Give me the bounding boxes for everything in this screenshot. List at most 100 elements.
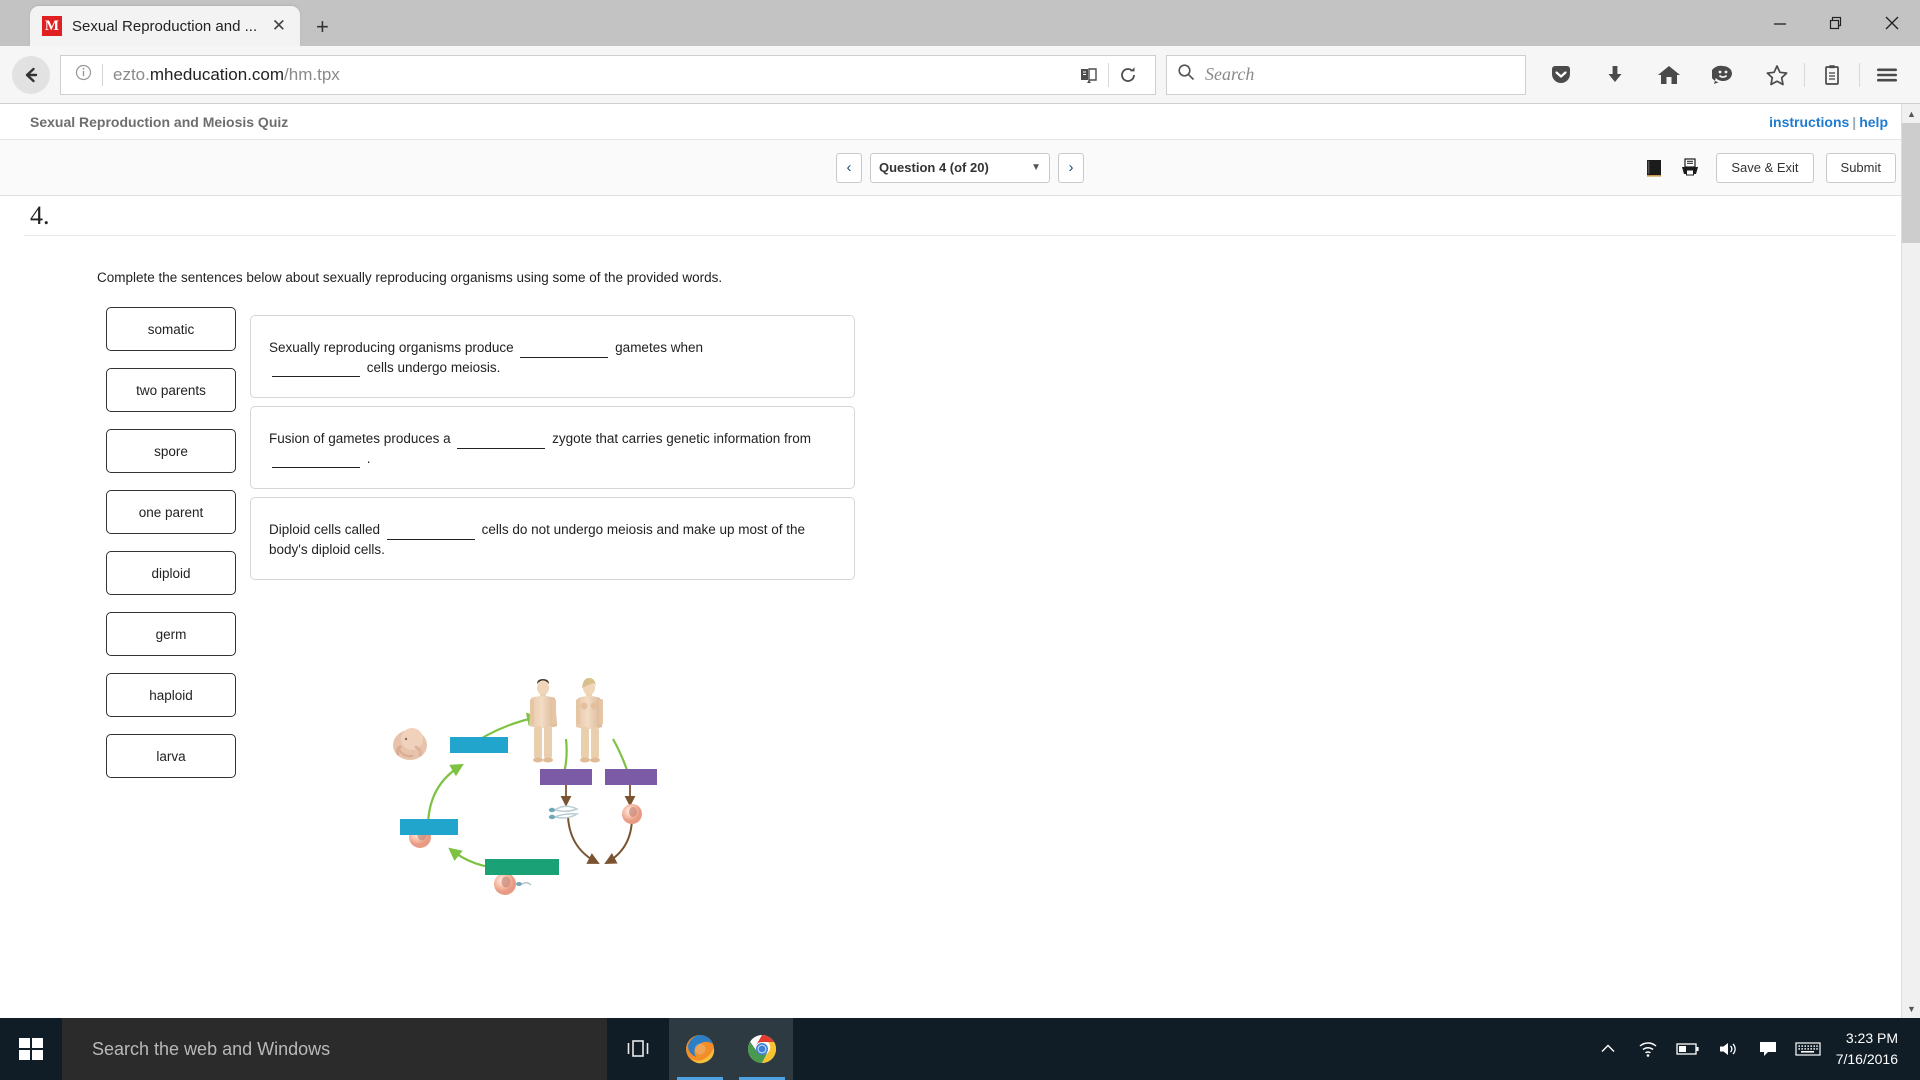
diagram-label-blue-left [400, 819, 458, 835]
downloads-icon[interactable] [1588, 52, 1642, 98]
drop-blank[interactable] [457, 434, 546, 449]
close-icon[interactable]: ✕ [266, 16, 292, 36]
chat-icon[interactable] [1696, 52, 1750, 98]
library-icon[interactable] [1805, 52, 1859, 98]
sentence-box[interactable]: Fusion of gametes produces a zygote that… [250, 406, 855, 490]
plus-icon[interactable]: + [316, 16, 329, 38]
sentence-text: Fusion of gametes produces a [269, 431, 451, 447]
egg-cell [622, 804, 642, 824]
ebook-icon[interactable] [1640, 154, 1668, 182]
sentence-text: Diploid cells called [269, 522, 381, 538]
word-bank: somatic two parents spore one parent dip… [106, 307, 236, 795]
home-icon[interactable] [1642, 52, 1696, 98]
scrollbar-thumb[interactable] [1902, 123, 1920, 243]
help-link[interactable]: help [1859, 114, 1888, 130]
reload-icon[interactable] [1109, 56, 1147, 94]
quiz-header: Sexual Reproduction and Meiosis Quiz ins… [0, 104, 1920, 140]
quiz-header-links: instructions | help [1769, 114, 1920, 130]
arrow-sperm-to-fertilization [567, 816, 600, 864]
clock-time: 3:23 PM [1845, 1030, 1898, 1046]
diagram-label-blue-top [450, 737, 508, 753]
battery-icon[interactable] [1668, 1018, 1708, 1080]
arrow-male-to-meiosis [562, 738, 568, 774]
chevron-down-icon: ▼ [1031, 162, 1041, 173]
adult-male-figure [529, 679, 557, 763]
diagram-label-green-bottom [485, 859, 559, 875]
word-tile[interactable]: germ [106, 612, 236, 656]
drop-blank[interactable] [386, 525, 475, 540]
save-and-exit-button[interactable]: Save & Exit [1716, 152, 1814, 183]
word-tile[interactable]: somatic [106, 307, 236, 351]
search-icon [1177, 63, 1195, 86]
question-select-label: Question 4 (of 20) [879, 160, 989, 175]
address-bar-icons [1070, 56, 1147, 94]
info-icon[interactable] [75, 64, 92, 86]
word-tile[interactable]: one parent [106, 490, 236, 534]
link-separator: | [1852, 113, 1857, 130]
word-tile[interactable]: haploid [106, 673, 236, 717]
question-select[interactable]: Question 4 (of 20) ▼ [870, 152, 1050, 183]
restore-icon[interactable] [1808, 0, 1864, 46]
print-icon[interactable] [1676, 154, 1704, 182]
word-tile[interactable]: diploid [106, 551, 236, 595]
back-arrow-icon[interactable] [12, 55, 50, 94]
reader-mode-icon[interactable] [1070, 56, 1108, 94]
sentence-box[interactable]: Sexually reproducing organisms produce g… [250, 315, 855, 399]
wifi-icon[interactable] [1628, 1018, 1668, 1080]
window-controls [1752, 0, 1920, 46]
url-divider [102, 63, 103, 86]
sentence-text: Sexually reproducing organisms produce [269, 340, 514, 355]
fertilization-egg-sperm [494, 873, 532, 895]
pocket-icon[interactable] [1534, 52, 1588, 98]
word-tile[interactable]: larva [106, 734, 236, 778]
quiz-page: Sexual Reproduction and Meiosis Quiz ins… [0, 104, 1920, 1018]
clock-date: 7/16/2016 [1835, 1051, 1898, 1067]
taskbar-search-input[interactable]: Search the web and Windows [62, 1018, 607, 1080]
next-question-button[interactable]: › [1058, 152, 1084, 183]
sperm-cells [548, 805, 580, 820]
close-icon[interactable] [1864, 0, 1920, 46]
minimize-icon[interactable] [1752, 0, 1808, 46]
drop-blank[interactable] [272, 453, 360, 469]
question-prompt: Complete the sentences below about sexua… [97, 270, 723, 285]
arrow-zygote-to-fetus [426, 763, 464, 828]
search-input[interactable]: Search [1205, 64, 1254, 85]
tab-title: Sexual Reproduction and ... [72, 17, 258, 35]
instructions-link[interactable]: instructions [1769, 114, 1849, 130]
chrome-icon[interactable] [731, 1018, 793, 1080]
browser-tab[interactable]: M Sexual Reproduction and ... ✕ [30, 6, 300, 46]
submit-button[interactable]: Submit [1825, 152, 1896, 183]
adult-female-figure [576, 678, 603, 763]
drop-blank[interactable] [520, 343, 609, 358]
question-number-row: 4. [24, 196, 1896, 236]
hamburger-menu-icon[interactable] [1860, 52, 1914, 98]
show-hidden-icons-chevron[interactable] [1588, 1018, 1628, 1080]
action-center-icon[interactable] [1748, 1018, 1788, 1080]
chevron-up-icon[interactable]: ▲ [1902, 104, 1920, 123]
diagram-label-purple-left [540, 769, 592, 785]
sentence-text: . [366, 450, 371, 466]
url-text: ezto.mheducation.com/hm.tpx [113, 64, 340, 84]
page-scrollbar[interactable]: ▲ ▼ [1901, 104, 1920, 1018]
fetus-figure [393, 728, 427, 760]
firefox-icon[interactable] [669, 1018, 731, 1080]
arrow-egg-to-fertilization [604, 816, 633, 864]
sentence-text: gametes when [615, 340, 703, 355]
previous-question-button[interactable]: ‹ [836, 152, 862, 183]
keyboard-icon[interactable] [1788, 1018, 1828, 1080]
word-tile[interactable]: two parents [106, 368, 236, 412]
tab-strip: M Sexual Reproduction and ... ✕ + [30, 0, 329, 46]
search-bar[interactable]: Search [1166, 54, 1526, 95]
windows-start-icon[interactable] [0, 1018, 62, 1080]
page-title: Sexual Reproduction and Meiosis Quiz [30, 113, 289, 130]
drop-blank[interactable] [272, 362, 360, 378]
taskbar-clock[interactable]: 3:23 PM 7/16/2016 [1828, 1028, 1914, 1070]
task-view-icon[interactable] [607, 1018, 669, 1080]
chevron-down-icon[interactable]: ▼ [1902, 999, 1920, 1018]
address-bar[interactable]: ezto.mheducation.com/hm.tpx [60, 54, 1156, 95]
bookmark-star-icon[interactable] [1750, 52, 1804, 98]
sentence-box[interactable]: Diploid cells called cells do not underg… [250, 497, 855, 581]
arrow-female-to-meiosis [612, 738, 630, 774]
word-tile[interactable]: spore [106, 429, 236, 473]
volume-icon[interactable] [1708, 1018, 1748, 1080]
